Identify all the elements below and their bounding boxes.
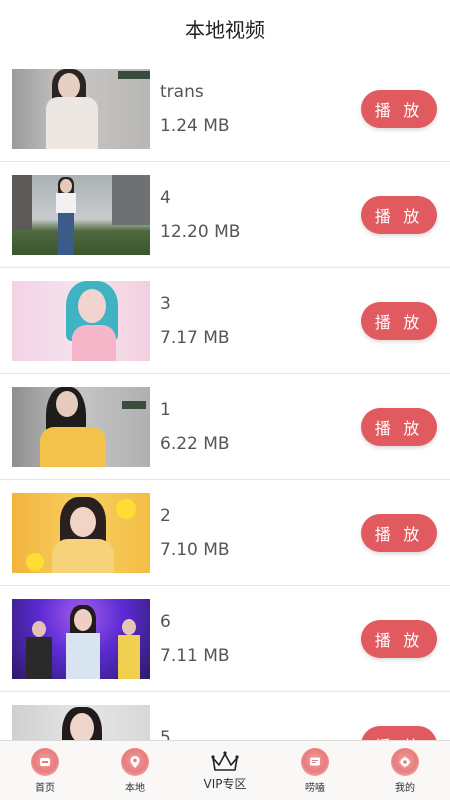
play-button[interactable]: 播 放: [361, 407, 437, 446]
list-item[interactable]: 3 7.17 MB 播 放: [0, 268, 450, 374]
tab-local[interactable]: 本地: [90, 741, 180, 800]
tab-label: 本地: [125, 782, 145, 794]
chat-icon: [301, 747, 329, 776]
play-button[interactable]: 播 放: [361, 513, 437, 552]
video-thumbnail[interactable]: [12, 598, 150, 679]
video-thumbnail[interactable]: [12, 280, 150, 361]
page-title: 本地视频: [185, 17, 265, 42]
list-item[interactable]: 1 6.22 MB 播 放: [0, 374, 450, 480]
tab-mine[interactable]: 我的: [360, 741, 450, 800]
video-thumbnail[interactable]: [12, 68, 150, 149]
location-pin-icon: [121, 747, 149, 776]
play-button[interactable]: 播 放: [361, 89, 437, 128]
header: 本地视频: [0, 0, 450, 56]
list-item[interactable]: 2 7.10 MB 播 放: [0, 480, 450, 586]
tab-label: 我的: [395, 782, 415, 794]
list-item[interactable]: 5 播 放: [0, 692, 450, 740]
home-icon: [31, 747, 59, 776]
crown-icon: [211, 750, 239, 771]
tab-label: 首页: [35, 782, 55, 794]
video-thumbnail[interactable]: [12, 704, 150, 740]
video-list: trans 1.24 MB 播 放 4 12.20 MB 播 放 3 7.17: [0, 56, 450, 740]
play-button[interactable]: 播 放: [361, 619, 437, 658]
video-thumbnail[interactable]: [12, 174, 150, 255]
video-thumbnail[interactable]: [12, 492, 150, 573]
play-button[interactable]: 播 放: [361, 301, 437, 340]
tab-home[interactable]: 首页: [0, 741, 90, 800]
tab-label: 唠嗑: [305, 782, 325, 794]
list-item[interactable]: 6 7.11 MB 播 放: [0, 586, 450, 692]
settings-icon: [391, 747, 419, 776]
tab-chat[interactable]: 唠嗑: [270, 741, 360, 800]
video-thumbnail[interactable]: [12, 386, 150, 467]
bottom-tab-bar: 首页 本地 VIP专区 唠嗑 我的: [0, 740, 450, 800]
play-button[interactable]: 播 放: [361, 725, 437, 740]
play-button[interactable]: 播 放: [361, 195, 437, 234]
list-item[interactable]: 4 12.20 MB 播 放: [0, 162, 450, 268]
list-item[interactable]: trans 1.24 MB 播 放: [0, 56, 450, 162]
tab-label: VIP专区: [203, 776, 247, 791]
tab-vip[interactable]: VIP专区: [180, 741, 270, 800]
